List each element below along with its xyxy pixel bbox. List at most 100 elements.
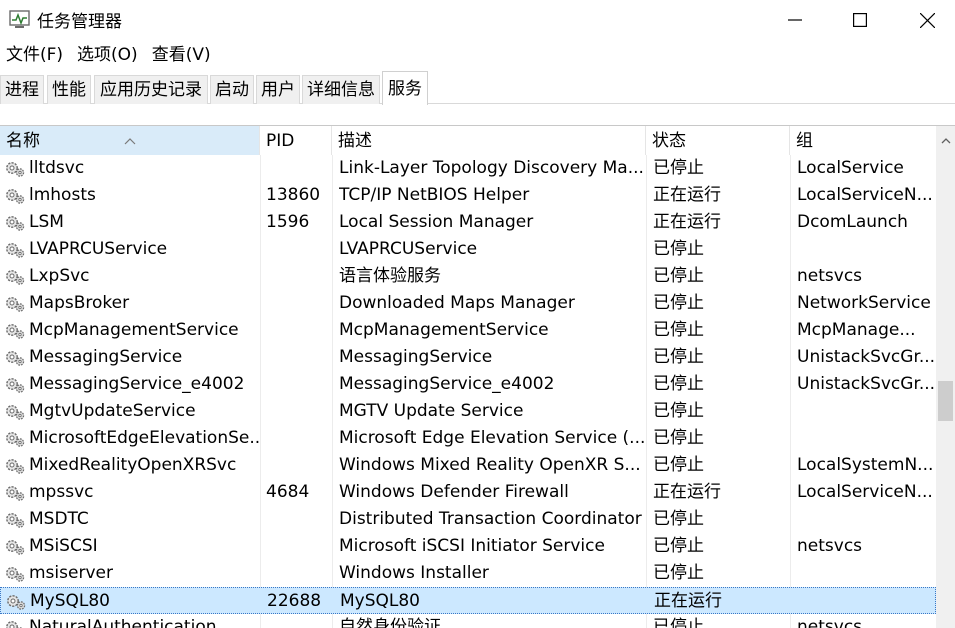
service-gear-icon (6, 351, 25, 366)
menu-view[interactable]: 查看(V) (146, 41, 217, 69)
table-row[interactable]: MessagingService MessagingService 已停止 Unist… (0, 344, 936, 371)
table-row[interactable]: MapsBroker Downloaded Maps Manager 已停止 Netw… (0, 290, 936, 317)
service-gear-icon (6, 189, 25, 204)
service-gear-icon (4, 538, 26, 556)
service-description: TCP/IP NetBIOS Helper (339, 185, 530, 205)
service-status: 已停止 (653, 266, 704, 286)
table-row[interactable]: MgtvUpdateService MGTV Update Service 已停止 (0, 398, 936, 425)
table-row[interactable]: lmhosts 13860 TCP/IP NetBIOS Helper 正在运行 Loc… (0, 182, 936, 209)
service-gear-icon (7, 595, 26, 610)
service-gear-icon (6, 432, 25, 447)
service-pid (266, 155, 330, 182)
column-header-name-label: 名称 (6, 131, 40, 151)
service-gear-icon (5, 593, 27, 611)
menu-options[interactable]: 选项(O) (71, 41, 144, 69)
service-gear-icon (6, 378, 25, 393)
column-header-status[interactable]: 状态 (646, 126, 790, 155)
service-name: lltdsvc (29, 158, 85, 178)
service-description: Link-Layer Topology Discovery Ma... (339, 158, 644, 178)
service-name: MapsBroker (29, 293, 130, 313)
service-gear-icon (4, 322, 26, 340)
service-description: MessagingService_e4002 (339, 374, 555, 394)
table-row[interactable]: MSiSCSI Microsoft iSCSI Initiator Service… (0, 533, 936, 560)
table-row[interactable]: MSDTC Distributed Transaction Coordinator… (0, 506, 936, 533)
service-group: LocalService (797, 158, 904, 178)
service-gear-icon (6, 567, 25, 582)
tab-details[interactable]: 详细信息 (302, 75, 380, 104)
tab-services[interactable]: 服务 (382, 71, 428, 105)
sort-ascending-icon (124, 126, 136, 155)
service-gear-icon (6, 162, 25, 177)
service-name: MessagingService (29, 347, 183, 367)
title-bar[interactable]: 任务管理器 (0, 0, 955, 40)
service-description: 语言体验服务 (339, 266, 441, 286)
service-pid (266, 236, 330, 263)
service-name: msiserver (29, 563, 113, 583)
tab-app-history[interactable]: 应用历史记录 (94, 75, 208, 104)
column-header-group[interactable]: 组 (790, 126, 936, 155)
vertical-scrollbar[interactable] (936, 126, 955, 628)
service-pid (266, 398, 330, 425)
table-row[interactable]: mpssvc 4684 Windows Defender Firewall 正在运行 L… (0, 479, 936, 506)
service-gear-icon (6, 513, 25, 528)
table-row[interactable]: MySQL80 22688 MySQL80 正在运行 (0, 587, 936, 614)
service-group (797, 425, 934, 452)
service-group (798, 588, 935, 615)
tab-users[interactable]: 用户 (256, 75, 300, 104)
service-pid (266, 263, 330, 290)
service-status: 已停止 (653, 455, 704, 475)
tab-startup[interactable]: 启动 (210, 75, 254, 104)
scroll-up-button[interactable] (936, 126, 955, 156)
table-row[interactable]: NaturalAuthentication 自然身份验证 已停止 netsvcs (0, 614, 936, 628)
service-gear-icon (4, 187, 26, 205)
menu-file[interactable]: 文件(F) (0, 41, 69, 69)
tab-processes[interactable]: 进程 (0, 75, 44, 104)
service-name: LSM (29, 212, 64, 232)
service-status: 正在运行 (653, 185, 721, 205)
table-row[interactable]: lltdsvc Link-Layer Topology Discovery Ma.… (0, 155, 936, 182)
service-status: 已停止 (653, 617, 704, 628)
tab-bar: 进程 性能 应用历史记录 启动 用户 详细信息 服务 (0, 71, 955, 105)
service-gear-icon (6, 270, 25, 285)
table-row[interactable]: McpManagementService McpManagementService… (0, 317, 936, 344)
service-status: 正在运行 (654, 591, 722, 611)
table-row[interactable]: LxpSvc 语言体验服务 已停止 netsvcs (0, 263, 936, 290)
service-gear-icon (6, 405, 25, 420)
service-pid (266, 614, 330, 628)
service-pid: 13860 (266, 185, 321, 205)
service-pid: 22688 (267, 591, 322, 611)
service-name: MessagingService_e4002 (29, 374, 245, 394)
service-description: MGTV Update Service (339, 401, 524, 421)
service-pid: 1596 (266, 212, 310, 232)
service-gear-icon (6, 324, 25, 339)
column-header-pid[interactable]: PID (260, 126, 332, 155)
table-row[interactable]: MicrosoftEdgeElevationSe... Microsoft Edg… (0, 425, 936, 452)
service-group (797, 560, 934, 587)
tab-performance[interactable]: 性能 (47, 75, 91, 104)
service-description: MessagingService (339, 347, 493, 367)
service-name: LVAPRCUService (29, 239, 168, 259)
table-row[interactable]: msiserver Windows Installer 已停止 (0, 560, 936, 587)
service-name: MgtvUpdateService (29, 401, 196, 421)
table-row[interactable]: MessagingService_e4002 MessagingService_e… (0, 371, 936, 398)
service-pid (266, 344, 330, 371)
service-group (797, 506, 934, 533)
service-status: 已停止 (653, 293, 704, 313)
service-name: mpssvc (29, 482, 94, 502)
service-description: Microsoft iSCSI Initiator Service (339, 536, 605, 556)
service-gear-icon (4, 403, 26, 421)
table-row[interactable]: MixedRealityOpenXRSvc Windows Mixed Reali… (0, 452, 936, 479)
table-row[interactable]: LSM 1596 Local Session Manager 正在运行 DcomLaun… (0, 209, 936, 236)
menu-bar: 文件(F) 选项(O) 查看(V) (0, 41, 955, 69)
scroll-thumb[interactable] (938, 381, 953, 421)
service-status: 正在运行 (653, 212, 721, 232)
close-button[interactable] (896, 0, 955, 40)
column-header-name[interactable]: 名称 (0, 126, 260, 155)
table-row[interactable]: LVAPRCUService LVAPRCUService 已停止 (0, 236, 936, 263)
service-gear-icon (4, 619, 26, 628)
service-gear-icon (4, 268, 26, 286)
column-header-description[interactable]: 描述 (332, 126, 646, 155)
service-description: Downloaded Maps Manager (339, 293, 575, 313)
maximize-button[interactable] (829, 0, 891, 40)
minimize-button[interactable] (764, 0, 826, 40)
